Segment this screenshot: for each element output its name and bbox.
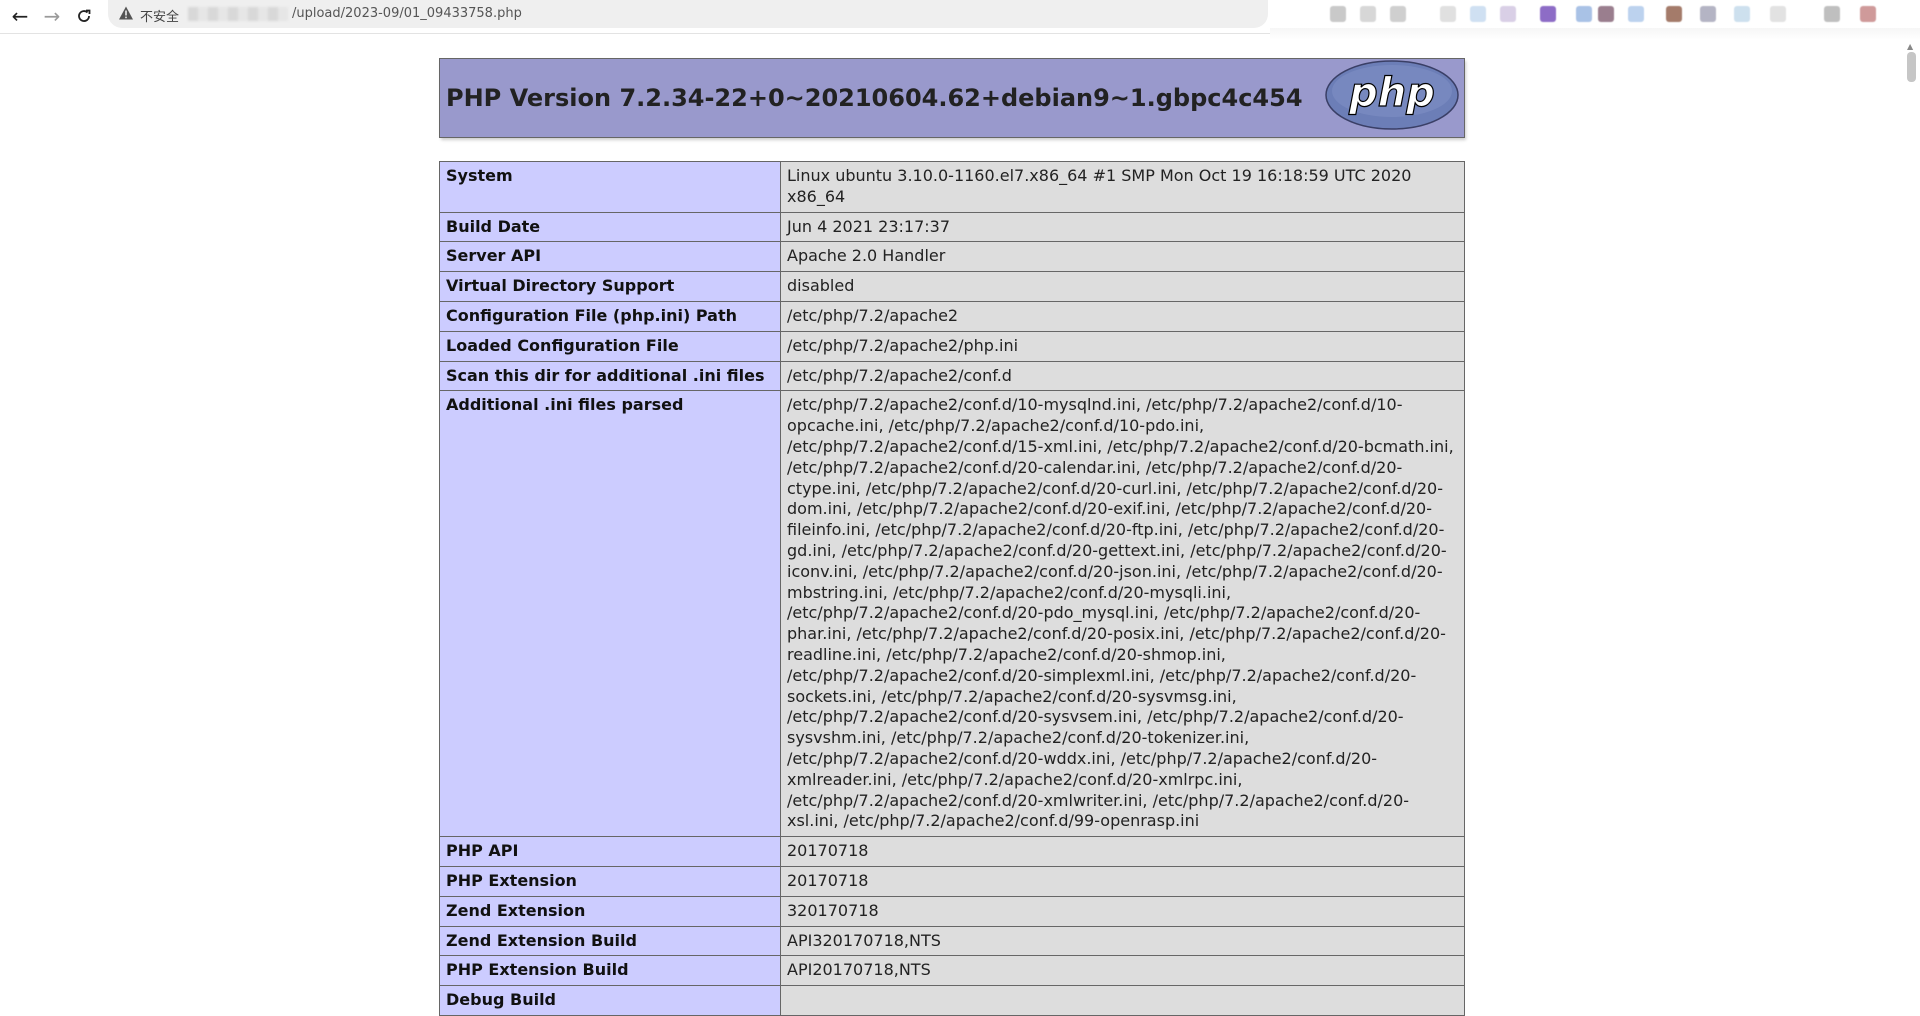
extension-icon[interactable]: [1330, 6, 1346, 22]
extension-icon[interactable]: [1390, 6, 1406, 22]
arrow-left-icon: ←: [11, 4, 29, 28]
row-key: PHP API: [439, 836, 781, 867]
svg-text:php: php: [1348, 70, 1435, 116]
info-table: System Linux ubuntu 3.10.0-1160.el7.x86_6…: [439, 161, 1465, 1016]
row-key: Configuration File (php.ini) Path: [439, 300, 781, 332]
row-value: Apache 2.0 Handler: [780, 241, 1465, 273]
version-header-cell: php PHP Version 7.2.34-22+0~20210604.62+…: [439, 58, 1465, 138]
row-key: PHP Extension: [439, 865, 781, 897]
toolbar-shadow: [1270, 28, 1920, 40]
table-row: Additional .ini files parsed/etc/php/7.2…: [439, 390, 1465, 838]
extension-icon[interactable]: [1700, 6, 1716, 22]
row-key: Build Date: [439, 211, 781, 243]
vertical-scrollbar[interactable]: ▲: [1903, 40, 1920, 994]
extension-icon[interactable]: [1540, 6, 1556, 22]
php-logo-link[interactable]: php: [1324, 59, 1460, 135]
row-key: Scan this dir for additional .ini files: [439, 360, 781, 392]
extension-icon[interactable]: [1770, 6, 1786, 22]
table-row: Server API Apache 2.0 Handler: [439, 241, 1465, 273]
table-row: Zend Extension Build API320170718,NTS: [439, 925, 1465, 957]
extension-icon[interactable]: [1860, 6, 1876, 22]
extension-icon[interactable]: [1824, 6, 1840, 22]
php-logo-icon: php: [1325, 60, 1459, 130]
row-value: /etc/php/7.2/apache2/conf.d/10-mysqlnd.i…: [780, 390, 1465, 838]
table-row: PHP Extension Build API20170718,NTS: [439, 955, 1465, 987]
url-host-redacted: [188, 7, 288, 21]
row-value: /etc/php/7.2/apache2/conf.d: [780, 360, 1465, 392]
row-value: API20170718,NTS: [780, 955, 1465, 987]
table-row: Configuration File (php.ini) Path/etc/ph…: [439, 300, 1465, 332]
row-value: 320170718: [780, 895, 1465, 927]
extension-icon[interactable]: [1440, 6, 1456, 22]
url-text[interactable]: /upload/2023-09/01_09433758.php: [292, 6, 522, 21]
table-row: Build Date Jun 4 2021 23:17:37: [439, 211, 1465, 243]
row-value: [780, 985, 1465, 1016]
table-row: Scan this dir for additional .ini files /…: [439, 360, 1465, 392]
insecure-label[interactable]: 不安全: [140, 6, 179, 25]
table-row: Zend Extension 320170718: [439, 895, 1465, 927]
extension-icon[interactable]: [1598, 6, 1614, 22]
row-key: Debug Build: [439, 985, 781, 1016]
row-key: Zend Extension Build: [439, 925, 781, 957]
arrow-right-icon: →: [43, 4, 61, 28]
table-row: PHP Extension 20170718: [439, 865, 1465, 897]
phpinfo-page: php PHP Version 7.2.34-22+0~20210604.62+…: [439, 58, 1465, 1016]
extension-icon[interactable]: [1500, 6, 1516, 22]
scroll-thumb[interactable]: [1907, 52, 1916, 82]
reload-button[interactable]: [72, 4, 96, 28]
extension-icon[interactable]: [1360, 6, 1376, 22]
row-key: Virtual Directory Support: [439, 271, 781, 302]
address-bar[interactable]: 不安全 /upload/2023-09/01_09433758.php: [108, 0, 1268, 28]
extension-icon[interactable]: [1666, 6, 1682, 22]
version-header: php PHP Version 7.2.34-22+0~20210604.62+…: [439, 58, 1465, 138]
extensions-bar: [1330, 6, 1900, 28]
table-row: PHP API 20170718: [439, 836, 1465, 867]
extension-icon[interactable]: [1576, 6, 1592, 22]
row-key: Additional .ini files parsed: [439, 390, 781, 838]
row-value: disabled: [780, 271, 1465, 302]
table-row: Debug Build: [439, 985, 1465, 1016]
row-value: Jun 4 2021 23:17:37: [780, 211, 1465, 243]
table-row: System Linux ubuntu 3.10.0-1160.el7.x86_6…: [439, 161, 1465, 213]
row-key: Loaded Configuration File: [439, 330, 781, 362]
table-row: Loaded Configuration File/etc/php/7.2/ap…: [439, 330, 1465, 362]
page-title: PHP Version 7.2.34-22+0~20210604.62+debi…: [446, 84, 1303, 112]
row-value: 20170718: [780, 836, 1465, 867]
row-key: Server API: [439, 241, 781, 273]
warning-icon: [119, 6, 133, 20]
row-value: Linux ubuntu 3.10.0-1160.el7.x86_64 #1 S…: [780, 161, 1465, 213]
row-value: /etc/php/7.2/apache2/php.ini: [780, 330, 1465, 362]
row-value: 20170718: [780, 865, 1465, 897]
table-row: Virtual Directory Support disabled: [439, 271, 1465, 302]
extension-icon[interactable]: [1470, 6, 1486, 22]
row-value: API320170718,NTS: [780, 925, 1465, 957]
extension-icon[interactable]: [1628, 6, 1644, 22]
reload-icon: [78, 9, 91, 22]
row-value: /etc/php/7.2/apache2: [780, 300, 1465, 332]
row-key: PHP Extension Build: [439, 955, 781, 987]
extension-icon[interactable]: [1734, 6, 1750, 22]
row-key: Zend Extension: [439, 895, 781, 927]
forward-button[interactable]: →: [40, 4, 64, 28]
back-button[interactable]: ←: [8, 4, 32, 28]
row-key: System: [439, 161, 781, 213]
scroll-up-icon[interactable]: ▲: [1907, 42, 1913, 51]
